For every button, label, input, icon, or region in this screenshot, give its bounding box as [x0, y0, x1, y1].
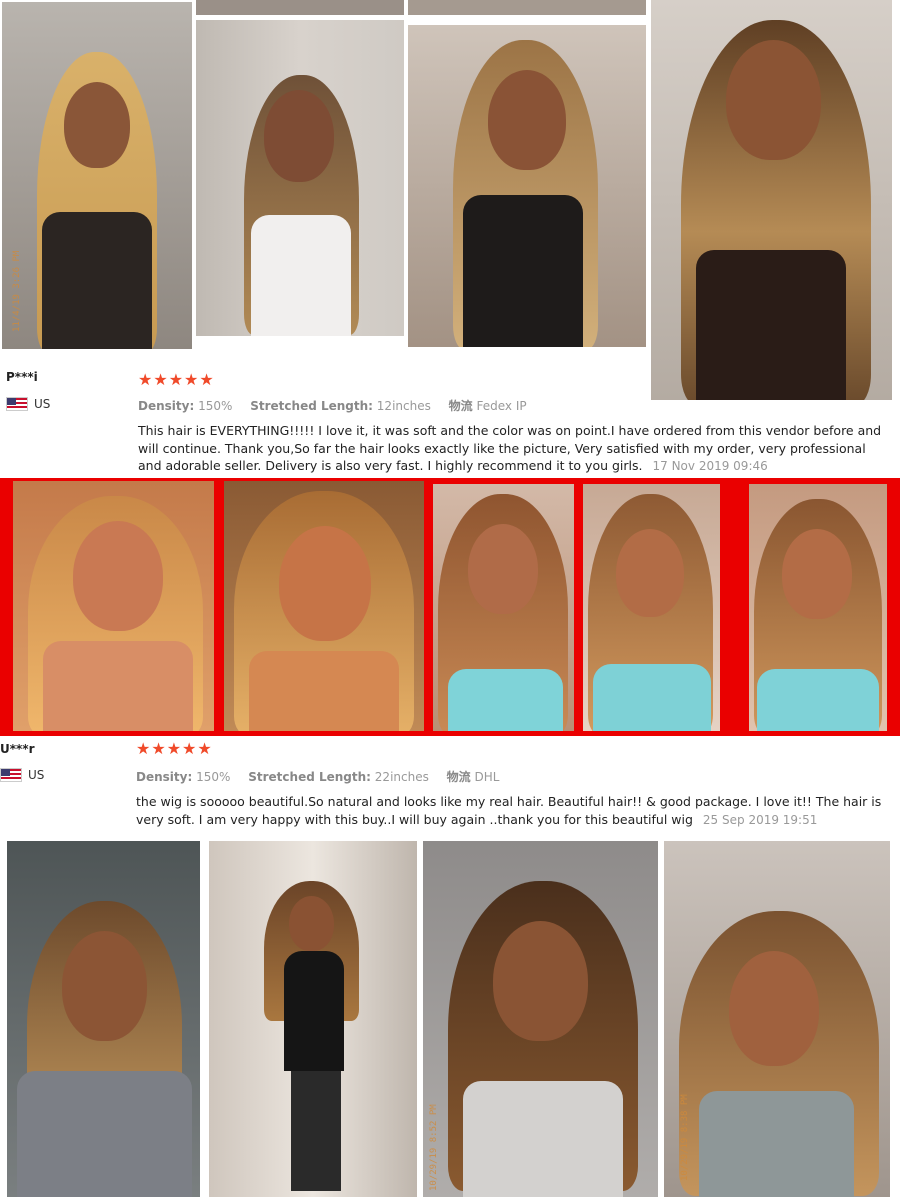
review-photo-7[interactable] — [13, 481, 214, 731]
star-rating: ★★★★★ — [136, 741, 213, 758]
review-text: the wig is sooooo beautiful.So natural a… — [136, 793, 896, 829]
reviewer-name: U***r — [0, 742, 35, 756]
density-value: 150% — [198, 399, 233, 413]
us-flag-icon — [6, 397, 28, 411]
length-label: Stretched Length: — [250, 399, 373, 413]
country-label: US — [34, 397, 51, 411]
review-photo-6[interactable] — [651, 0, 892, 400]
reviewer-name: P***i — [6, 370, 38, 384]
shipping-value: Fedex IP — [476, 399, 527, 413]
star-rating: ★★★★★ — [138, 372, 215, 389]
reviewer-country: US — [0, 768, 44, 782]
length-value: 12inches — [376, 399, 431, 413]
review-attributes: Density: 150% Stretched Length: 12inches… — [138, 397, 527, 414]
review-photo-9[interactable] — [433, 484, 574, 731]
density-label: Density: — [136, 770, 193, 784]
shipping-label: 物流 — [448, 399, 473, 413]
review-body: This hair is EVERYTHING!!!!! I love it, … — [138, 423, 882, 473]
density-label: Density: — [138, 399, 195, 413]
review-photo-14[interactable]: 10/29/19 8:52 PM — [423, 841, 658, 1197]
review-attributes: Density: 150% Stretched Length: 22inches… — [136, 768, 499, 785]
review-1: P***i US ★★★★★ Density: 150% Stretched L… — [0, 355, 900, 480]
review-photo-3[interactable] — [196, 20, 404, 336]
review-photo-11[interactable] — [749, 484, 887, 731]
review-photo-1[interactable]: 11/4/19 3:26 PM — [2, 2, 192, 349]
photo-timestamp: 11/4/19 3:26 PM — [12, 250, 22, 332]
review-photo-10[interactable] — [583, 484, 720, 731]
review-photo-12[interactable] — [7, 841, 200, 1197]
review-2: U***r US ★★★★★ Density: 150% Stretched L… — [0, 738, 900, 838]
review-photo-15[interactable]: 10/29/19 8:38 PM — [664, 841, 890, 1197]
review-date: 25 Sep 2019 19:51 — [702, 812, 818, 827]
review-photo-13[interactable] — [209, 841, 417, 1197]
length-label: Stretched Length: — [248, 770, 371, 784]
country-label: US — [28, 768, 45, 782]
review-date: 17 Nov 2019 09:46 — [652, 459, 768, 473]
photo-timestamp: 10/29/19 8:52 PM — [429, 1104, 439, 1191]
review-text: This hair is EVERYTHING!!!!! I love it, … — [138, 422, 888, 476]
review-photo-8[interactable] — [224, 481, 424, 731]
us-flag-icon — [0, 768, 22, 782]
density-value: 150% — [196, 770, 231, 784]
shipping-value: DHL — [474, 770, 500, 784]
reviewer-country: US — [6, 397, 50, 411]
review-photo-5[interactable] — [408, 25, 646, 347]
shipping-label: 物流 — [446, 770, 471, 784]
photo-timestamp: 10/29/19 8:38 PM — [680, 1094, 690, 1181]
review-photo-4[interactable] — [408, 0, 646, 15]
review-photo-2[interactable] — [196, 0, 404, 15]
length-value: 22inches — [374, 770, 429, 784]
